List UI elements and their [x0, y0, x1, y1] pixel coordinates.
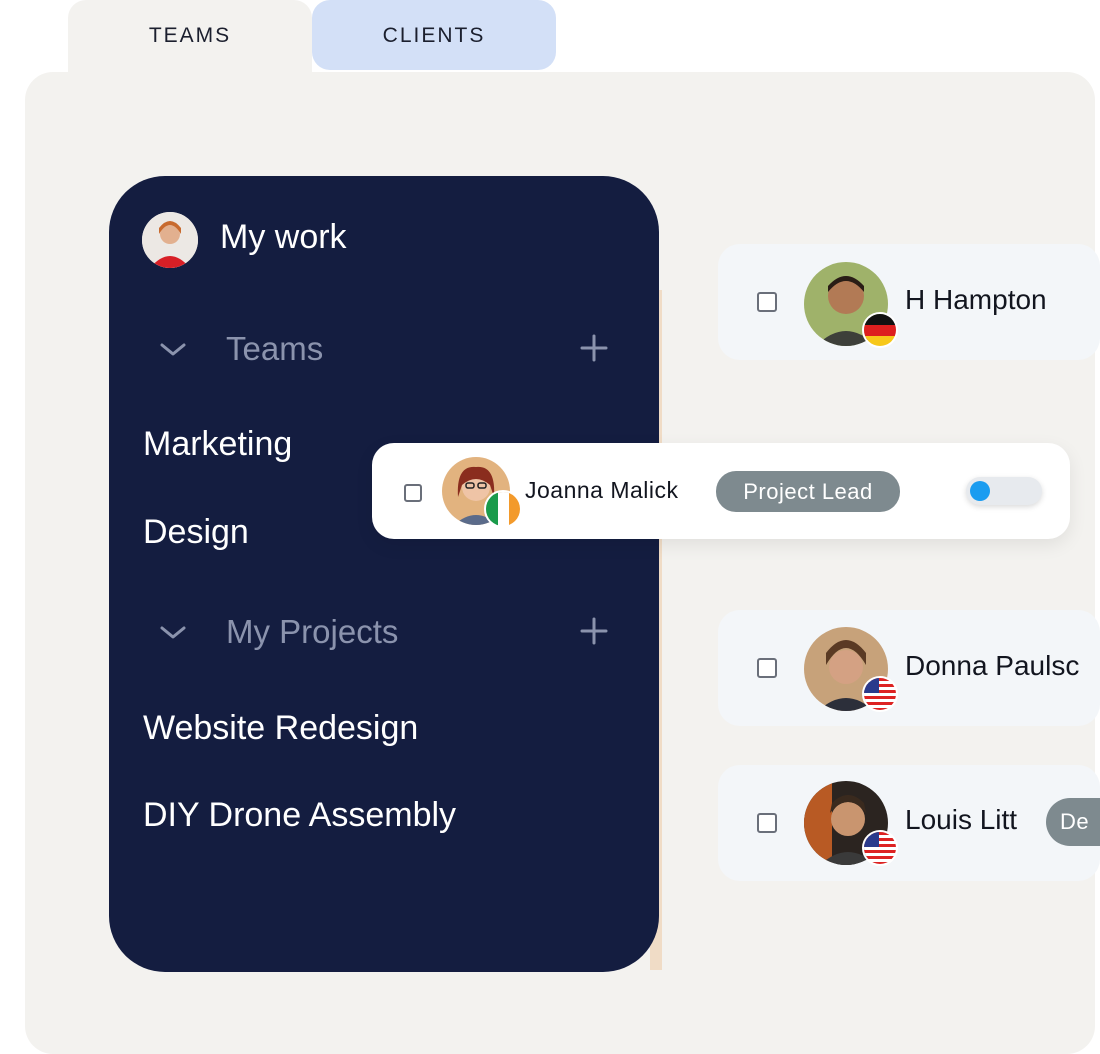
section-label: Teams — [226, 330, 324, 367]
plus-icon[interactable] — [578, 332, 610, 364]
usa-flag-icon — [862, 676, 898, 712]
chevron-down-icon — [160, 626, 186, 639]
germany-flag-icon — [862, 312, 898, 348]
section-header-teams[interactable]: Teams — [158, 330, 323, 368]
person-name: Donna Paulsc — [905, 650, 1080, 681]
chevron-down-icon — [160, 343, 186, 356]
section-label: My Projects — [226, 613, 399, 650]
role-badge: Project Lead — [716, 471, 900, 512]
plus-icon[interactable] — [578, 615, 610, 647]
status-toggle[interactable] — [966, 477, 1042, 505]
tab-clients[interactable]: CLIENTS — [312, 0, 556, 70]
tab-teams-label: TEAMS — [148, 24, 232, 47]
role-badge: De — [1046, 798, 1100, 846]
person-name: Louis Litt — [905, 804, 1018, 835]
toggle-knob — [970, 481, 990, 501]
row-checkbox[interactable] — [757, 813, 777, 833]
my-work-link[interactable]: My work — [220, 218, 347, 257]
sidebar — [109, 176, 659, 972]
tab-teams[interactable]: TEAMS — [68, 0, 312, 72]
section-header-my-projects[interactable]: My Projects — [158, 613, 398, 651]
usa-flag-icon — [862, 830, 898, 866]
sidebar-item-design[interactable]: Design — [143, 513, 249, 552]
row-checkbox[interactable] — [404, 484, 422, 502]
row-checkbox[interactable] — [757, 292, 777, 312]
sidebar-item-website-redesign[interactable]: Website Redesign — [143, 709, 418, 748]
sidebar-item-diy-drone-assembly[interactable]: DIY Drone Assembly — [143, 796, 456, 835]
role-badge-label: Project Lead — [743, 478, 873, 504]
row-checkbox[interactable] — [757, 658, 777, 678]
person-name: H Hampton — [905, 284, 1047, 315]
person-name: Joanna Malick — [525, 477, 679, 503]
sidebar-item-marketing[interactable]: Marketing — [143, 425, 292, 464]
role-badge-label: De — [1060, 809, 1090, 834]
tab-clients-label: CLIENTS — [382, 24, 486, 47]
avatar[interactable] — [142, 212, 198, 268]
ireland-flag-icon — [484, 490, 522, 528]
